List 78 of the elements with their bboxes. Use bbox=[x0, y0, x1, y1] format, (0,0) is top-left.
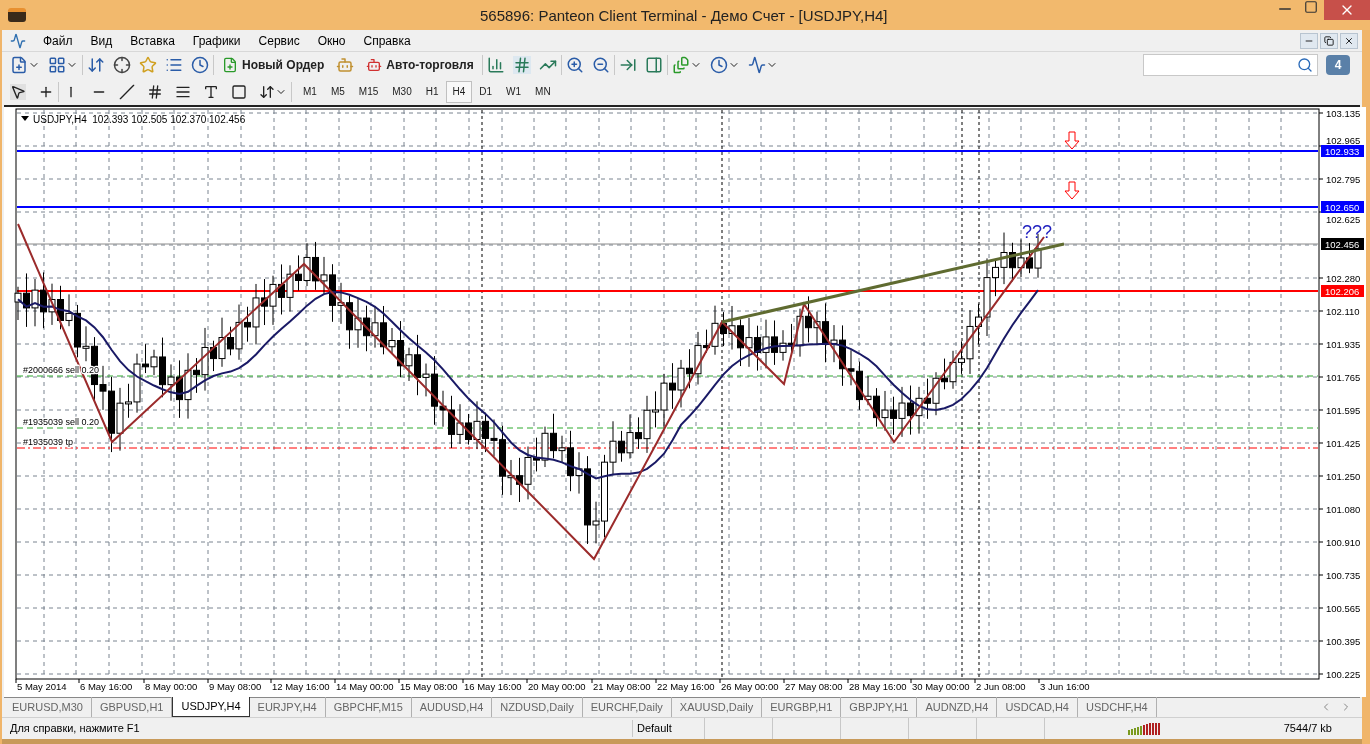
menu-item[interactable]: Окно bbox=[308, 31, 355, 50]
date-tick-label: 12 May 16:00 bbox=[272, 681, 330, 692]
status-help-text: Для справки, нажмите F1 bbox=[9, 721, 141, 737]
date-tick-label: 3 Jun 16:00 bbox=[1040, 681, 1090, 692]
date-tick-label: 21 May 08:00 bbox=[593, 681, 651, 692]
price-tick-label: 102.280 bbox=[1326, 273, 1361, 284]
date-tick-label: 22 May 16:00 bbox=[657, 681, 715, 692]
chart-tab[interactable]: XAUUSD,Daily bbox=[671, 697, 763, 717]
chart-tab[interactable]: GBPJPY,H1 bbox=[841, 697, 918, 717]
menu-item[interactable]: Сервис bbox=[249, 31, 309, 50]
price-tick-label: 101.935 bbox=[1326, 339, 1361, 350]
new-order-button[interactable]: Новый Ордер bbox=[218, 56, 329, 74]
date-tick-label: 26 May 00:00 bbox=[721, 681, 779, 692]
date-tick-label: 28 May 16:00 bbox=[849, 681, 907, 692]
date-tick-label: 14 May 00:00 bbox=[336, 681, 394, 692]
date-tick-label: 16 May 16:00 bbox=[464, 681, 522, 692]
chart-tab[interactable]: EURJPY,H4 bbox=[249, 697, 326, 717]
price-tick-label: 102.795 bbox=[1326, 174, 1361, 185]
order-label: #1935039 sell 0.20 bbox=[23, 417, 100, 427]
chart-tab[interactable]: AUDUSD,H4 bbox=[411, 697, 493, 717]
price-tick-label: 102.625 bbox=[1326, 214, 1361, 225]
status-profile: Default bbox=[632, 720, 704, 737]
chart-tab[interactable]: GBPCHF,M15 bbox=[325, 697, 412, 717]
price-tick-label: 100.395 bbox=[1326, 636, 1361, 647]
timeframe-button[interactable]: M30 bbox=[385, 80, 419, 103]
chart-symbol-info: USDJPY,H4 102.393 102.505 102.370 102.456 bbox=[33, 114, 246, 125]
window-title: 565896: Panteon Client Terminal - Демо Счет - [USDJPY,H4] bbox=[480, 6, 888, 26]
price-tick-label: 100.735 bbox=[1326, 570, 1361, 581]
date-tick-label: 8 May 00:00 bbox=[145, 681, 198, 692]
date-tick-label: 20 May 00:00 bbox=[528, 681, 586, 692]
chart-tab[interactable]: EURUSD,M30 bbox=[4, 697, 92, 717]
date-tick-label: 5 May 2014 bbox=[17, 681, 67, 692]
price-tick-label: 101.425 bbox=[1326, 438, 1361, 449]
price-tick-label: 101.765 bbox=[1326, 372, 1361, 383]
timeframe-button[interactable]: M15 bbox=[351, 80, 386, 103]
timeframe-button[interactable]: M1 bbox=[296, 80, 324, 103]
auto-trading-button[interactable]: Авто-торговля bbox=[362, 56, 478, 74]
price-tick-label: 101.595 bbox=[1326, 405, 1361, 416]
chart-tab[interactable]: USDCHF,H4 bbox=[1078, 697, 1157, 717]
price-label: 102.650 bbox=[1321, 201, 1364, 213]
timeframe-button[interactable]: D1 bbox=[472, 80, 500, 103]
price-tick-label: 100.910 bbox=[1326, 537, 1361, 548]
order-label: #1935039 tp bbox=[23, 437, 74, 447]
chart-tab[interactable]: EURCHF,Daily bbox=[582, 697, 672, 717]
price-tick-label: 100.565 bbox=[1326, 603, 1361, 614]
menu-item[interactable]: Справка bbox=[354, 31, 420, 50]
menu-item[interactable]: Файл bbox=[34, 31, 82, 50]
chart-tab[interactable]: AUDNZD,H4 bbox=[917, 697, 998, 717]
chart-tab[interactable]: EURGBP,H1 bbox=[762, 697, 842, 717]
date-tick-label: 6 May 16:00 bbox=[80, 681, 133, 692]
date-tick-label: 27 May 08:00 bbox=[785, 681, 843, 692]
date-tick-label: 9 May 08:00 bbox=[209, 681, 262, 692]
notification-badge[interactable]: 4 bbox=[1326, 55, 1350, 75]
chart-annotation: ??? bbox=[1022, 222, 1053, 242]
price-tick-label: 102.965 bbox=[1326, 135, 1361, 146]
menu-item[interactable]: Вставка bbox=[121, 31, 184, 50]
date-tick-label: 30 May 00:00 bbox=[912, 681, 970, 692]
chart-tab[interactable]: NZDUSD,Daily bbox=[492, 697, 583, 717]
timeframe-button[interactable]: M5 bbox=[323, 80, 352, 103]
timeframe-button[interactable]: MN bbox=[528, 80, 558, 103]
timeframe-button[interactable]: H4 bbox=[445, 80, 473, 103]
menu-item[interactable]: Графики bbox=[183, 31, 250, 50]
date-tick-label: 2 Jun 08:00 bbox=[976, 681, 1026, 692]
timeframe-button[interactable]: H1 bbox=[418, 80, 446, 103]
price-tick-label: 100.225 bbox=[1326, 669, 1361, 680]
price-label: 102.206 bbox=[1321, 285, 1364, 297]
chart-tab[interactable]: USDJPY,H4 bbox=[172, 697, 250, 717]
price-label: 102.933 bbox=[1321, 145, 1364, 157]
chart-tab[interactable]: USDCAD,H4 bbox=[997, 697, 1078, 717]
price-tick-label: 102.110 bbox=[1326, 306, 1360, 317]
timeframe-button[interactable]: W1 bbox=[499, 80, 529, 103]
price-tick-label: 101.250 bbox=[1326, 471, 1361, 482]
menu-item[interactable]: Вид bbox=[81, 31, 122, 50]
status-traffic: 7544/7 kb bbox=[1283, 721, 1332, 737]
date-tick-label: 15 May 08:00 bbox=[400, 681, 458, 692]
price-tick-label: 101.080 bbox=[1326, 504, 1361, 515]
price-tick-label: 103.135 bbox=[1326, 108, 1361, 119]
price-label: 102.456 bbox=[1321, 238, 1364, 250]
